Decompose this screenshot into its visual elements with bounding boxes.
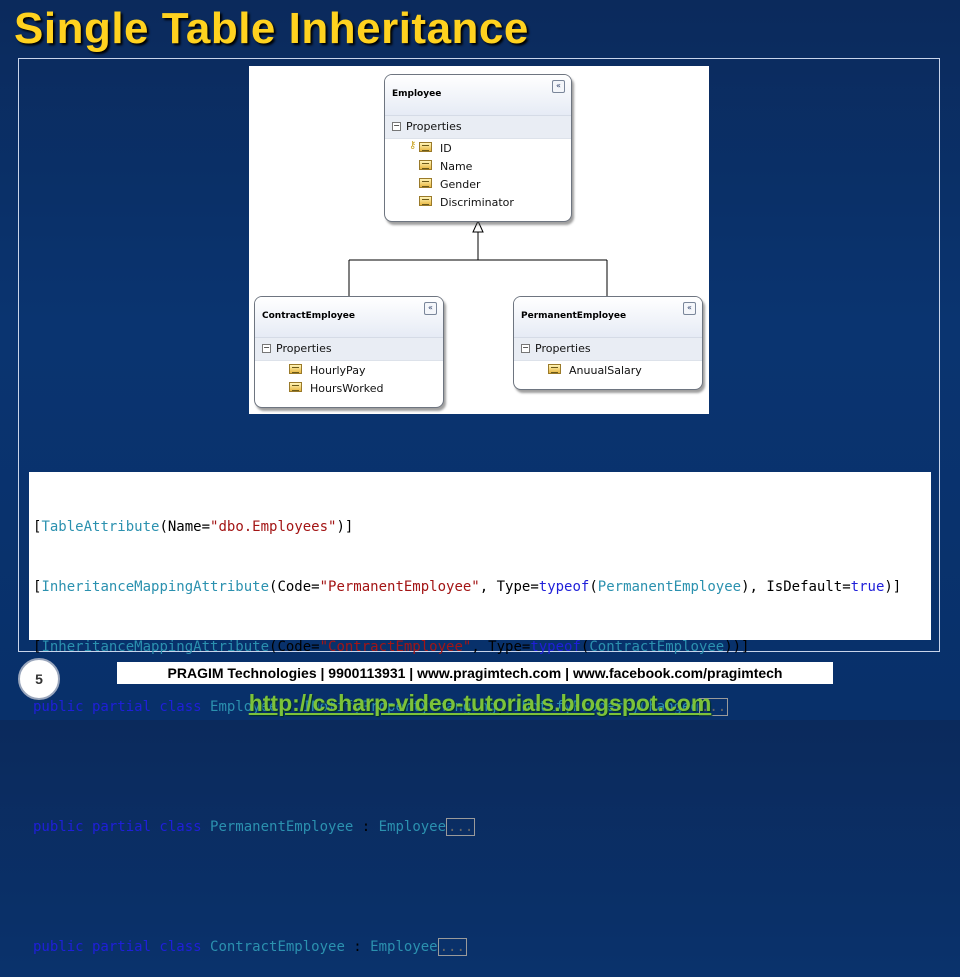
property-label: Discriminator bbox=[440, 196, 514, 209]
property-item[interactable]: HourlyPay bbox=[255, 361, 443, 379]
property-item[interactable]: Gender bbox=[385, 175, 571, 193]
entity-name: PermanentEmployee bbox=[521, 311, 627, 321]
properties-section[interactable]: − Properties bbox=[385, 116, 571, 139]
inheritance-arrow-icon bbox=[472, 219, 484, 233]
properties-label: Properties bbox=[406, 120, 462, 133]
property-item[interactable]: ⚷ ID bbox=[385, 139, 571, 157]
minus-icon[interactable]: − bbox=[521, 344, 530, 353]
property-label: AnuualSalary bbox=[569, 364, 642, 377]
key-icon: ⚷ bbox=[409, 140, 417, 151]
blog-url-link[interactable]: http://csharp-video-tutorials.blogspot.c… bbox=[0, 690, 960, 717]
property-icon bbox=[419, 142, 432, 152]
property-icon bbox=[548, 364, 561, 374]
entity-contract-employee[interactable]: ContractEmployee « − Properties HourlyPa… bbox=[254, 296, 444, 408]
class-diagram: Employee « − Properties ⚷ ID Name Gender… bbox=[249, 66, 709, 414]
collapsed-region[interactable]: ... bbox=[437, 938, 467, 956]
properties-label: Properties bbox=[535, 342, 591, 355]
property-item[interactable]: HoursWorked bbox=[255, 379, 443, 397]
entity-employee[interactable]: Employee « − Properties ⚷ ID Name Gender… bbox=[384, 74, 572, 222]
entity-header: Employee « bbox=[385, 75, 571, 116]
property-label: Gender bbox=[440, 178, 481, 191]
code-snippet: [TableAttribute(Name="dbo.Employees")] [… bbox=[29, 472, 931, 956]
property-item[interactable]: AnuualSalary bbox=[514, 361, 702, 379]
code-line: [InheritanceMappingAttribute(Code="Contr… bbox=[33, 639, 750, 655]
entity-header: ContractEmployee « bbox=[255, 297, 443, 338]
code-line: public partial class ContractEmployee : … bbox=[33, 938, 467, 956]
property-item[interactable]: Name bbox=[385, 157, 571, 175]
properties-section[interactable]: − Properties bbox=[255, 338, 443, 361]
collapse-icon[interactable]: « bbox=[424, 302, 437, 315]
property-icon bbox=[289, 364, 302, 374]
property-label: HoursWorked bbox=[310, 382, 384, 395]
property-label: ID bbox=[440, 142, 452, 155]
slide-title: Single Table Inheritance bbox=[14, 4, 529, 53]
property-item[interactable]: Discriminator bbox=[385, 193, 571, 211]
minus-icon[interactable]: − bbox=[262, 344, 271, 353]
collapse-icon[interactable]: « bbox=[683, 302, 696, 315]
code-line: [InheritanceMappingAttribute(Code="Perma… bbox=[33, 579, 902, 595]
code-line: [TableAttribute(Name="dbo.Employees")] bbox=[33, 519, 354, 535]
collapsed-region[interactable]: ... bbox=[446, 818, 476, 836]
property-label: Name bbox=[440, 160, 473, 173]
property-label: HourlyPay bbox=[310, 364, 366, 377]
entity-permanent-employee[interactable]: PermanentEmployee « − Properties AnuualS… bbox=[513, 296, 703, 390]
properties-label: Properties bbox=[276, 342, 332, 355]
footer-contact: PRAGIM Technologies | 9900113931 | www.p… bbox=[117, 662, 833, 684]
minus-icon[interactable]: − bbox=[392, 122, 401, 131]
property-icon bbox=[289, 382, 302, 392]
entity-name: ContractEmployee bbox=[262, 311, 355, 321]
property-icon bbox=[419, 160, 432, 170]
property-icon bbox=[419, 178, 432, 188]
code-line: public partial class PermanentEmployee :… bbox=[33, 818, 476, 836]
properties-section[interactable]: − Properties bbox=[514, 338, 702, 361]
property-icon bbox=[419, 196, 432, 206]
collapse-icon[interactable]: « bbox=[552, 80, 565, 93]
entity-name: Employee bbox=[392, 89, 442, 99]
entity-header: PermanentEmployee « bbox=[514, 297, 702, 338]
